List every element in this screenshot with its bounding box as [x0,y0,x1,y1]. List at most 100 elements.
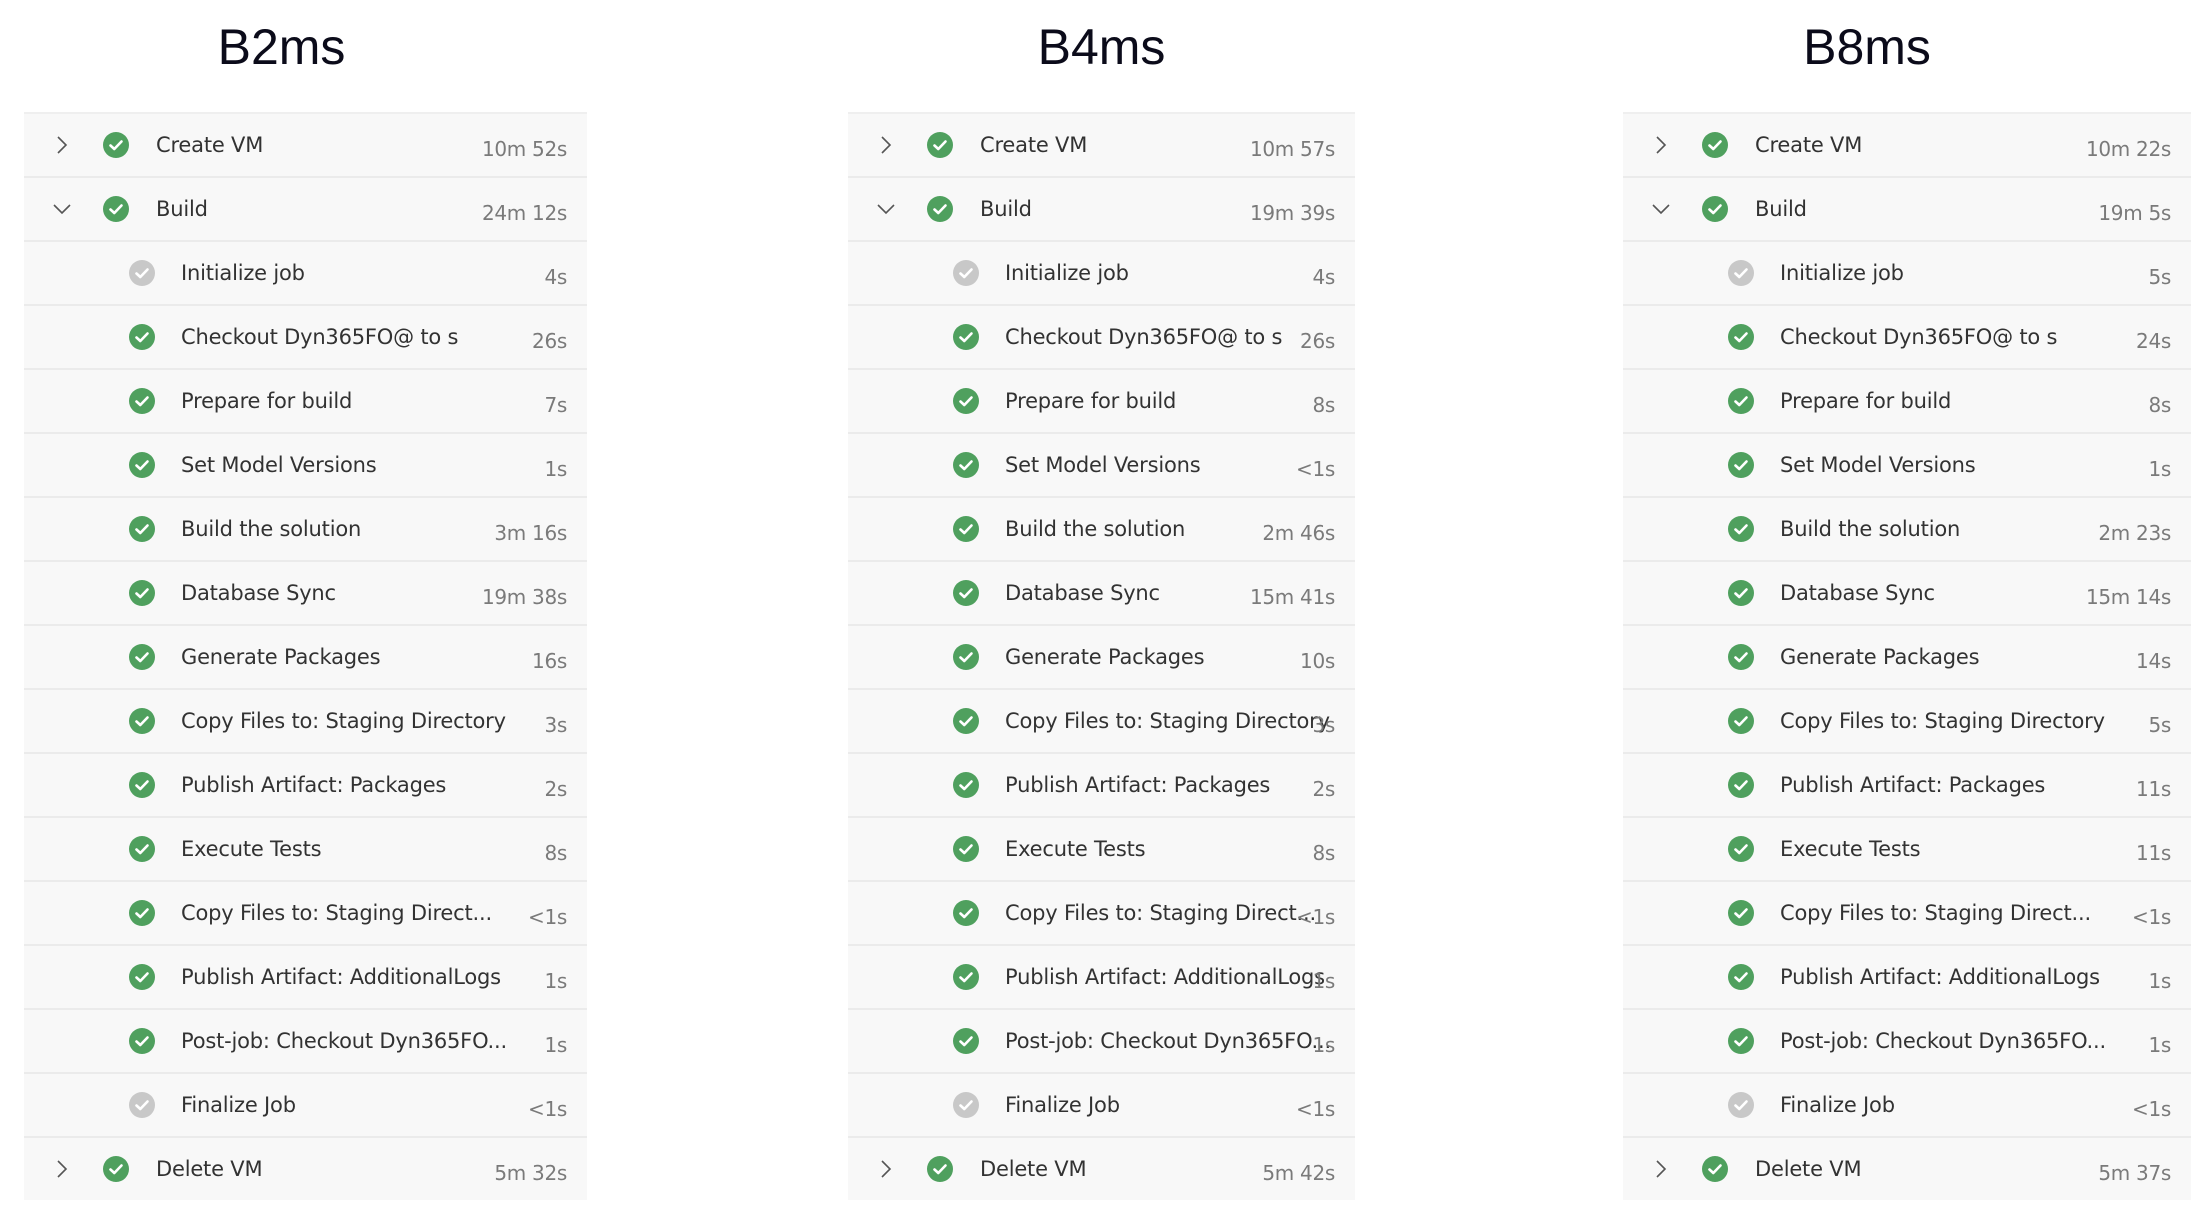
row-label: Set Model Versions [1005,453,1201,477]
stage-row[interactable]: Create VM 10m 57s [848,114,1355,178]
row-duration: 2m 23s [2098,521,2171,545]
skipped-check-icon [129,260,155,286]
step-row[interactable]: Post-job: Checkout Dyn365FO... 1s [848,1010,1355,1074]
stage-row[interactable]: Create VM 10m 52s [24,114,587,178]
success-check-icon [953,388,979,414]
success-check-icon [1728,964,1754,990]
chevron-right-icon[interactable] [874,1157,898,1181]
step-row[interactable]: Finalize Job <1s [848,1074,1355,1138]
step-row[interactable]: Copy Files to: Staging Directory 5s [1623,690,2191,754]
skipped-check-icon [953,1092,979,1118]
step-row[interactable]: Generate Packages 14s [1623,626,2191,690]
row-label: Create VM [980,133,1088,157]
stage-row[interactable]: Delete VM 5m 42s [848,1138,1355,1200]
step-row[interactable]: Copy Files to: Staging Direct... <1s [848,882,1355,946]
step-row[interactable]: Finalize Job <1s [1623,1074,2191,1138]
step-row[interactable]: Set Model Versions 1s [24,434,587,498]
step-row[interactable]: Checkout Dyn365FO@ to s 26s [848,306,1355,370]
success-check-icon [927,132,953,158]
step-row[interactable]: Initialize job 5s [1623,242,2191,306]
chevron-right-icon[interactable] [1649,133,1673,157]
success-check-icon [129,516,155,542]
success-check-icon [129,836,155,862]
step-row[interactable]: Publish Artifact: Packages 11s [1623,754,2191,818]
step-row[interactable]: Initialize job 4s [848,242,1355,306]
success-check-icon [103,196,129,222]
row-label: Set Model Versions [1780,453,1976,477]
step-row[interactable]: Execute Tests 8s [24,818,587,882]
success-check-icon [1728,516,1754,542]
row-duration: 5m 32s [494,1161,567,1185]
step-row[interactable]: Post-job: Checkout Dyn365FO... 1s [24,1010,587,1074]
row-duration: 1s [2148,969,2171,993]
step-row[interactable]: Build the solution 2m 46s [848,498,1355,562]
success-check-icon [953,836,979,862]
row-label: Initialize job [1005,261,1129,285]
step-row[interactable]: Publish Artifact: AdditionalLogs 1s [24,946,587,1010]
row-label: Publish Artifact: AdditionalLogs [1780,965,2100,989]
step-row[interactable]: Copy Files to: Staging Directory 3s [848,690,1355,754]
step-row[interactable]: Generate Packages 10s [848,626,1355,690]
row-label: Initialize job [1780,261,1904,285]
step-row[interactable]: Prepare for build 8s [848,370,1355,434]
row-label: Publish Artifact: AdditionalLogs [181,965,501,989]
row-duration: 7s [544,393,567,417]
chevron-right-icon[interactable] [50,133,74,157]
step-row[interactable]: Initialize job 4s [24,242,587,306]
step-row[interactable]: Copy Files to: Staging Directory 3s [24,690,587,754]
row-label: Copy Files to: Staging Directory [181,709,506,733]
step-row[interactable]: Publish Artifact: AdditionalLogs 1s [848,946,1355,1010]
step-row[interactable]: Build the solution 3m 16s [24,498,587,562]
stage-row[interactable]: Delete VM 5m 37s [1623,1138,2191,1200]
row-duration: <1s [527,1097,567,1121]
row-duration: 26s [1300,329,1335,353]
step-row[interactable]: Set Model Versions <1s [848,434,1355,498]
row-label: Post-job: Checkout Dyn365FO... [1005,1029,1331,1053]
step-row[interactable]: Database Sync 15m 14s [1623,562,2191,626]
chevron-down-icon[interactable] [874,197,898,221]
success-check-icon [953,772,979,798]
row-label: Build the solution [1005,517,1186,541]
row-label: Publish Artifact: Packages [181,773,447,797]
panel-title: B2ms [217,19,346,75]
step-row[interactable]: Finalize Job <1s [24,1074,587,1138]
row-label: Execute Tests [1005,837,1146,861]
row-duration: 15m 41s [1249,585,1335,609]
step-row[interactable]: Publish Artifact: AdditionalLogs 1s [1623,946,2191,1010]
stage-row[interactable]: Delete VM 5m 32s [24,1138,587,1200]
step-row[interactable]: Execute Tests 8s [848,818,1355,882]
row-label: Build [156,197,208,221]
step-row[interactable]: Execute Tests 11s [1623,818,2191,882]
step-row[interactable]: Copy Files to: Staging Direct... <1s [24,882,587,946]
stage-row[interactable]: Build 19m 5s [1623,178,2191,242]
chevron-down-icon[interactable] [50,197,74,221]
chevron-right-icon[interactable] [874,133,898,157]
step-row[interactable]: Publish Artifact: Packages 2s [848,754,1355,818]
row-duration: <1s [1295,1097,1335,1121]
row-label: Prepare for build [1005,389,1177,413]
row-label: Delete VM [980,1157,1087,1181]
step-row[interactable]: Post-job: Checkout Dyn365FO... 1s [1623,1010,2191,1074]
row-label: Delete VM [156,1157,263,1181]
step-row[interactable]: Checkout Dyn365FO@ to s 26s [24,306,587,370]
step-row[interactable]: Prepare for build 7s [24,370,587,434]
chevron-down-icon[interactable] [1649,197,1673,221]
step-row[interactable]: Checkout Dyn365FO@ to s 24s [1623,306,2191,370]
step-row[interactable]: Generate Packages 16s [24,626,587,690]
step-row[interactable]: Set Model Versions 1s [1623,434,2191,498]
chevron-right-icon[interactable] [1649,1157,1673,1181]
success-check-icon [927,196,953,222]
stage-row[interactable]: Build 19m 39s [848,178,1355,242]
step-row[interactable]: Database Sync 15m 41s [848,562,1355,626]
step-row[interactable]: Copy Files to: Staging Direct... <1s [1623,882,2191,946]
step-row[interactable]: Prepare for build 8s [1623,370,2191,434]
step-row[interactable]: Publish Artifact: Packages 2s [24,754,587,818]
stage-row[interactable]: Build 24m 12s [24,178,587,242]
step-row[interactable]: Database Sync 19m 38s [24,562,587,626]
stage-row[interactable]: Create VM 10m 22s [1623,114,2191,178]
chevron-right-icon[interactable] [50,1157,74,1181]
row-duration: 11s [2136,777,2171,801]
job-list: Create VM 10m 52s Build 24m 12s Initialize j… [24,112,587,1200]
success-check-icon [953,1028,979,1054]
step-row[interactable]: Build the solution 2m 23s [1623,498,2191,562]
